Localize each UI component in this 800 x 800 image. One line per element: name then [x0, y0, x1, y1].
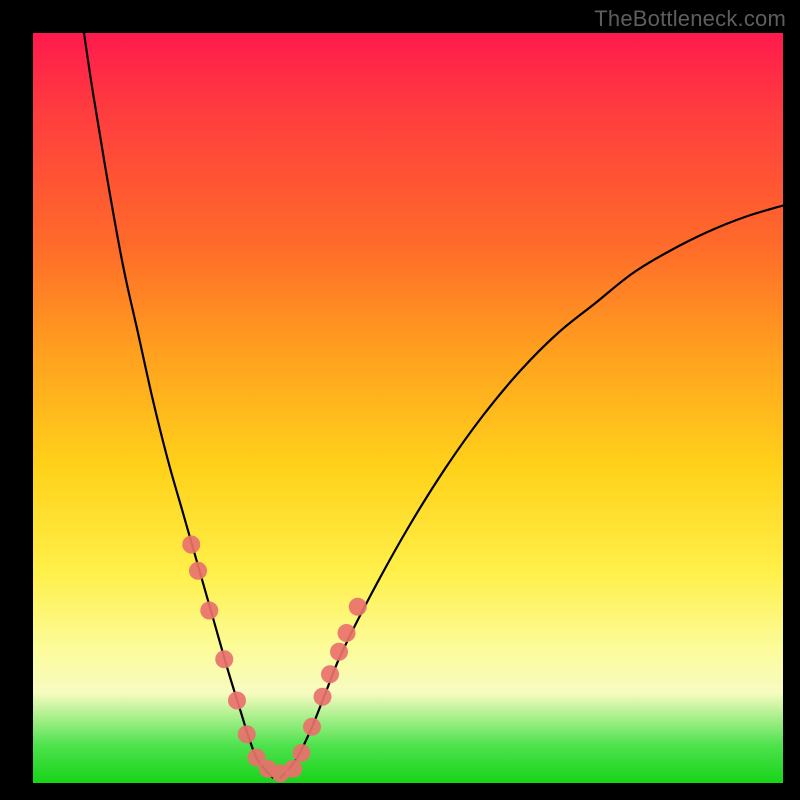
curve-layer — [33, 33, 783, 783]
highlight-dot — [321, 665, 339, 683]
chart-frame: TheBottleneck.com — [0, 0, 800, 800]
highlight-dot — [284, 760, 302, 778]
highlight-dot — [303, 718, 321, 736]
highlight-dot — [330, 643, 348, 661]
highlight-dot — [238, 725, 256, 743]
marker-group — [182, 536, 367, 783]
highlight-dot — [182, 536, 200, 554]
highlight-dot — [338, 624, 356, 642]
highlight-dot — [293, 744, 311, 762]
highlight-dot — [349, 598, 367, 616]
highlight-dot — [200, 602, 218, 620]
highlight-dot — [215, 650, 233, 668]
highlight-dot — [189, 562, 207, 580]
watermark-text: TheBottleneck.com — [594, 6, 786, 32]
left-curve — [84, 33, 273, 778]
right-curve — [281, 206, 784, 778]
plot-area — [33, 33, 783, 783]
highlight-dot — [228, 692, 246, 710]
curve-group — [84, 33, 783, 778]
highlight-dot — [314, 688, 332, 706]
